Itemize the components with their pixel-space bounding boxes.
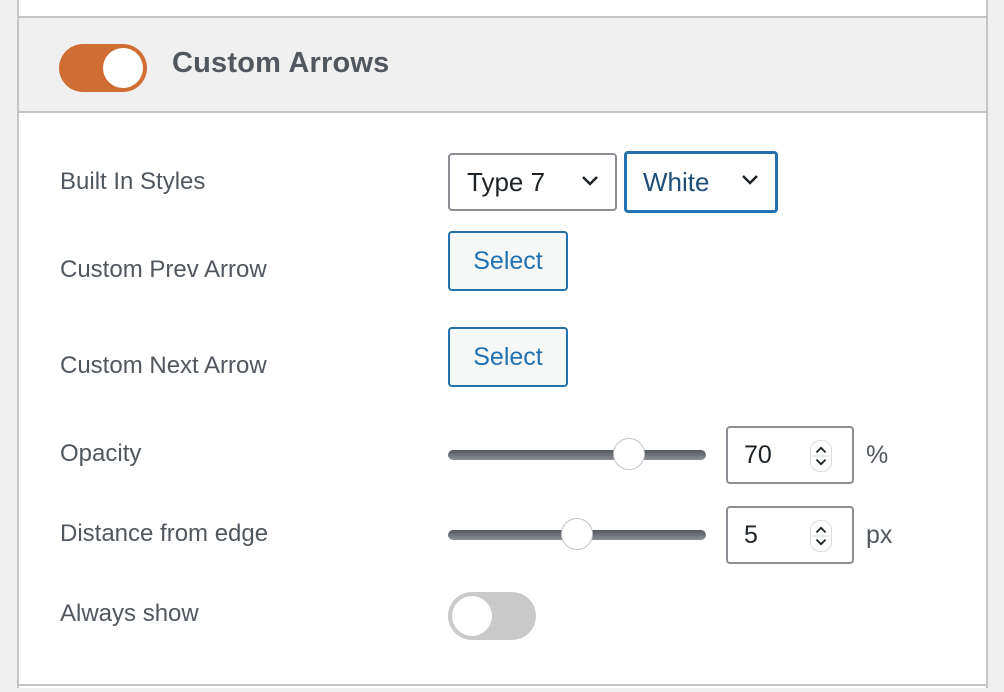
- custom-arrows-panel: Custom Arrows Built In Styles Type 7 Whi…: [17, 0, 988, 688]
- distance-slider[interactable]: [448, 518, 706, 550]
- select-prev-arrow-button[interactable]: Select: [448, 231, 568, 291]
- spinner-icon[interactable]: [810, 520, 832, 552]
- distance-unit: px: [866, 521, 893, 549]
- distance-label: Distance from edge: [60, 520, 269, 547]
- opacity-value: 70: [744, 440, 772, 469]
- section-title: Custom Arrows: [172, 47, 390, 79]
- opacity-slider[interactable]: [448, 438, 706, 470]
- previous-section-strip: [19, 0, 986, 18]
- arrow-color-select[interactable]: White: [624, 151, 778, 213]
- chevron-down-icon: [582, 176, 598, 186]
- opacity-input[interactable]: 70: [726, 426, 854, 484]
- custom-prev-arrow-label: Custom Prev Arrow: [60, 256, 267, 283]
- chevron-down-icon: [742, 175, 758, 185]
- arrow-type-value: Type 7: [467, 166, 546, 197]
- slider-thumb[interactable]: [612, 438, 645, 470]
- distance-value: 5: [744, 520, 758, 549]
- always-show-toggle[interactable]: [448, 592, 536, 640]
- distance-input[interactable]: 5: [726, 506, 854, 564]
- opacity-label: Opacity: [60, 440, 142, 467]
- spinner-icon[interactable]: [810, 440, 832, 472]
- opacity-unit: %: [866, 441, 889, 469]
- built-in-styles-label: Built In Styles: [60, 168, 206, 195]
- always-show-label: Always show: [60, 600, 199, 627]
- divider: [19, 684, 986, 686]
- arrow-color-value: White: [643, 166, 710, 197]
- toggle-knob: [452, 596, 492, 636]
- select-next-arrow-button[interactable]: Select: [448, 327, 568, 387]
- arrow-type-select[interactable]: Type 7: [448, 153, 617, 211]
- custom-next-arrow-label: Custom Next Arrow: [60, 352, 267, 379]
- toggle-knob: [103, 48, 143, 88]
- section-header: Custom Arrows: [19, 18, 986, 113]
- custom-arrows-toggle[interactable]: [59, 44, 147, 92]
- slider-track: [448, 450, 706, 460]
- slider-thumb[interactable]: [561, 518, 593, 550]
